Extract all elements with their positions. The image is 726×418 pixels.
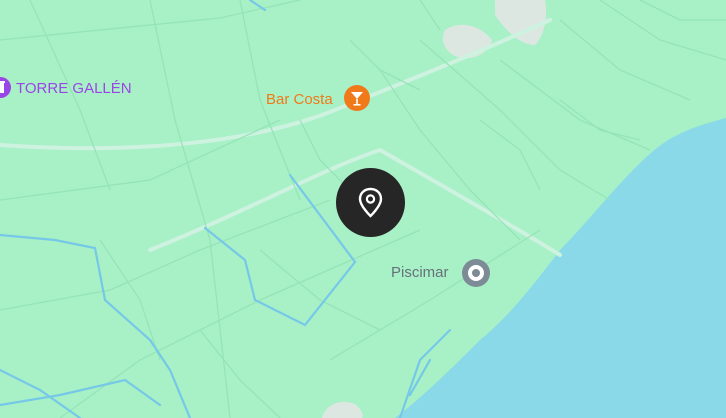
built-area	[495, 0, 547, 45]
map-canvas[interactable]: TORRE GALLÉN Bar Costa Piscimar	[0, 0, 726, 418]
canal	[0, 378, 162, 407]
poi-label-torre-gallen[interactable]: TORRE GALLÉN	[16, 80, 132, 97]
place-pin-icon[interactable]	[462, 259, 490, 287]
tower-icon[interactable]	[0, 77, 11, 98]
canal	[0, 233, 192, 418]
built-area	[322, 401, 363, 418]
poi-label-bar-costa[interactable]: Bar Costa	[266, 91, 333, 108]
road	[378, 148, 562, 257]
built-area	[442, 24, 492, 59]
location-pin-icon[interactable]	[336, 168, 405, 237]
cocktail-icon[interactable]	[344, 85, 370, 111]
poi-label-piscimar[interactable]: Piscimar	[391, 264, 449, 281]
canal	[248, 0, 267, 12]
canal	[203, 173, 357, 327]
